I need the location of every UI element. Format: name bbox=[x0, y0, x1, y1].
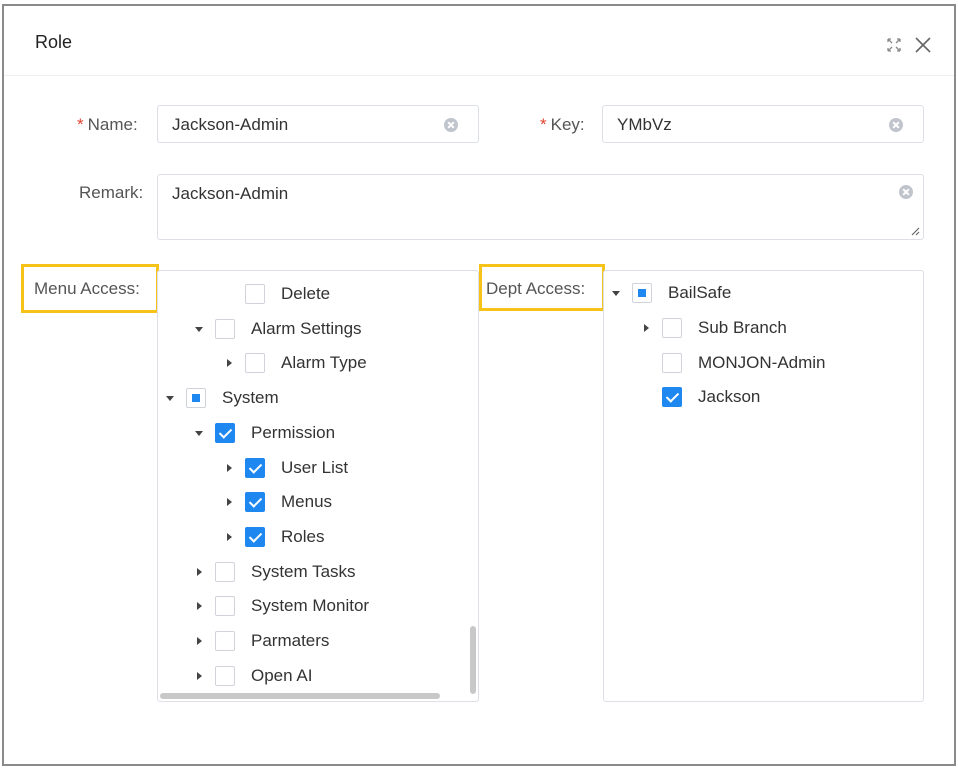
tree-checkbox[interactable] bbox=[245, 353, 265, 373]
fullscreen-icon[interactable] bbox=[886, 37, 902, 53]
caret-right-icon[interactable] bbox=[223, 498, 235, 506]
dialog-header: Role bbox=[4, 6, 954, 76]
caret-right-icon[interactable] bbox=[193, 568, 205, 576]
tree-node[interactable]: System Tasks bbox=[193, 560, 356, 584]
key-input[interactable]: YMbVz bbox=[602, 105, 924, 143]
tree-node[interactable]: System bbox=[164, 386, 279, 410]
tree-checkbox[interactable] bbox=[215, 423, 235, 443]
tree-node[interactable]: Open AI bbox=[193, 664, 312, 688]
caret-right-icon[interactable] bbox=[223, 464, 235, 472]
caret-down-icon[interactable] bbox=[610, 290, 622, 296]
tree-checkbox[interactable] bbox=[245, 284, 265, 304]
tree-checkbox[interactable] bbox=[245, 527, 265, 547]
resize-handle-icon[interactable] bbox=[910, 226, 920, 236]
clear-icon[interactable] bbox=[889, 118, 903, 132]
tree-checkbox[interactable] bbox=[215, 666, 235, 686]
horizontal-scrollbar[interactable] bbox=[160, 693, 440, 699]
caret-right-icon[interactable] bbox=[223, 359, 235, 367]
remark-label: Remark: bbox=[79, 183, 144, 202]
caret-down-icon[interactable] bbox=[164, 395, 176, 401]
clear-icon[interactable] bbox=[444, 118, 458, 132]
tree-node[interactable]: Alarm Type bbox=[223, 351, 367, 375]
remark-textarea[interactable]: Jackson-Admin bbox=[157, 174, 924, 240]
tree-checkbox[interactable] bbox=[215, 631, 235, 651]
tree-checkbox[interactable] bbox=[632, 283, 652, 303]
tree-node-label: Sub Branch bbox=[698, 318, 787, 337]
tree-checkbox[interactable] bbox=[215, 596, 235, 616]
caret-right-icon[interactable] bbox=[640, 324, 652, 332]
key-input-value: YMbVz bbox=[617, 115, 672, 134]
tree-node-label: Open AI bbox=[251, 666, 313, 685]
clear-icon[interactable] bbox=[899, 185, 913, 199]
tree-checkbox[interactable] bbox=[186, 388, 206, 408]
tree-node-label: System Tasks bbox=[251, 562, 356, 581]
tree-node[interactable]: Alarm Settings bbox=[193, 317, 362, 341]
caret-right-icon[interactable] bbox=[193, 637, 205, 645]
tree-checkbox[interactable] bbox=[245, 458, 265, 478]
dept-access-tree[interactable]: BailSafe Sub Branch MONJON-Admin Jackson bbox=[603, 270, 924, 702]
menu-access-tree[interactable]: Delete Alarm Settings Alarm Type System Perm… bbox=[157, 270, 479, 702]
tree-node-label: Menus bbox=[281, 492, 333, 511]
caret-right-icon[interactable] bbox=[223, 533, 235, 541]
tree-node[interactable]: Permission bbox=[193, 421, 335, 445]
tree-node-label: Jackson bbox=[698, 387, 761, 406]
tree-node[interactable]: Roles bbox=[223, 525, 324, 549]
tree-node-label: Alarm Type bbox=[281, 353, 367, 372]
tree-node[interactable]: Sub Branch bbox=[640, 316, 787, 340]
tree-node[interactable]: Parmaters bbox=[193, 629, 329, 653]
tree-checkbox[interactable] bbox=[245, 492, 265, 512]
caret-down-icon[interactable] bbox=[193, 326, 205, 332]
tree-node-label: Delete bbox=[281, 284, 331, 303]
tree-checkbox[interactable] bbox=[215, 319, 235, 339]
tree-node-label: BailSafe bbox=[668, 283, 732, 302]
dept-access-label: Dept Access: bbox=[486, 279, 586, 298]
name-label-text: Name: bbox=[87, 115, 138, 134]
vertical-scrollbar[interactable] bbox=[470, 626, 476, 694]
tree-node-label: Permission bbox=[251, 423, 336, 442]
dialog-title: Role bbox=[35, 32, 73, 52]
tree-node-label: User List bbox=[281, 458, 349, 477]
menu-access-label: Menu Access: bbox=[34, 279, 140, 298]
caret-right-icon[interactable] bbox=[193, 672, 205, 680]
tree-node[interactable]: Delete bbox=[223, 282, 330, 306]
tree-checkbox[interactable] bbox=[215, 562, 235, 582]
close-icon[interactable] bbox=[914, 36, 932, 54]
caret-right-icon[interactable] bbox=[193, 602, 205, 610]
tree-node-label: MONJON-Admin bbox=[698, 353, 826, 372]
key-label-text: Key: bbox=[550, 115, 585, 134]
name-input[interactable]: Jackson-Admin bbox=[157, 105, 479, 143]
tree-node-label: Alarm Settings bbox=[251, 319, 362, 338]
tree-node[interactable]: User List bbox=[223, 456, 348, 480]
tree-node[interactable]: MONJON-Admin bbox=[640, 351, 826, 375]
name-input-value: Jackson-Admin bbox=[172, 115, 289, 134]
tree-node[interactable]: Menus bbox=[223, 490, 332, 514]
tree-node-label: Parmaters bbox=[251, 631, 330, 650]
tree-checkbox[interactable] bbox=[662, 318, 682, 338]
tree-node-label: System Monitor bbox=[251, 596, 370, 615]
tree-node[interactable]: BailSafe bbox=[610, 281, 731, 305]
required-mark: * bbox=[540, 115, 547, 134]
tree-node[interactable]: System Monitor bbox=[193, 594, 369, 618]
remark-textarea-value: Jackson-Admin bbox=[172, 184, 289, 203]
tree-node-label: Roles bbox=[281, 527, 325, 546]
caret-down-icon[interactable] bbox=[193, 430, 205, 436]
key-label: * Key: bbox=[540, 115, 585, 135]
tree-checkbox[interactable] bbox=[662, 387, 682, 407]
required-mark: * bbox=[77, 115, 84, 134]
tree-node[interactable]: Jackson bbox=[640, 385, 760, 409]
name-label: * Name: bbox=[77, 115, 138, 135]
tree-checkbox[interactable] bbox=[662, 353, 682, 373]
tree-node-label: System bbox=[222, 388, 279, 407]
